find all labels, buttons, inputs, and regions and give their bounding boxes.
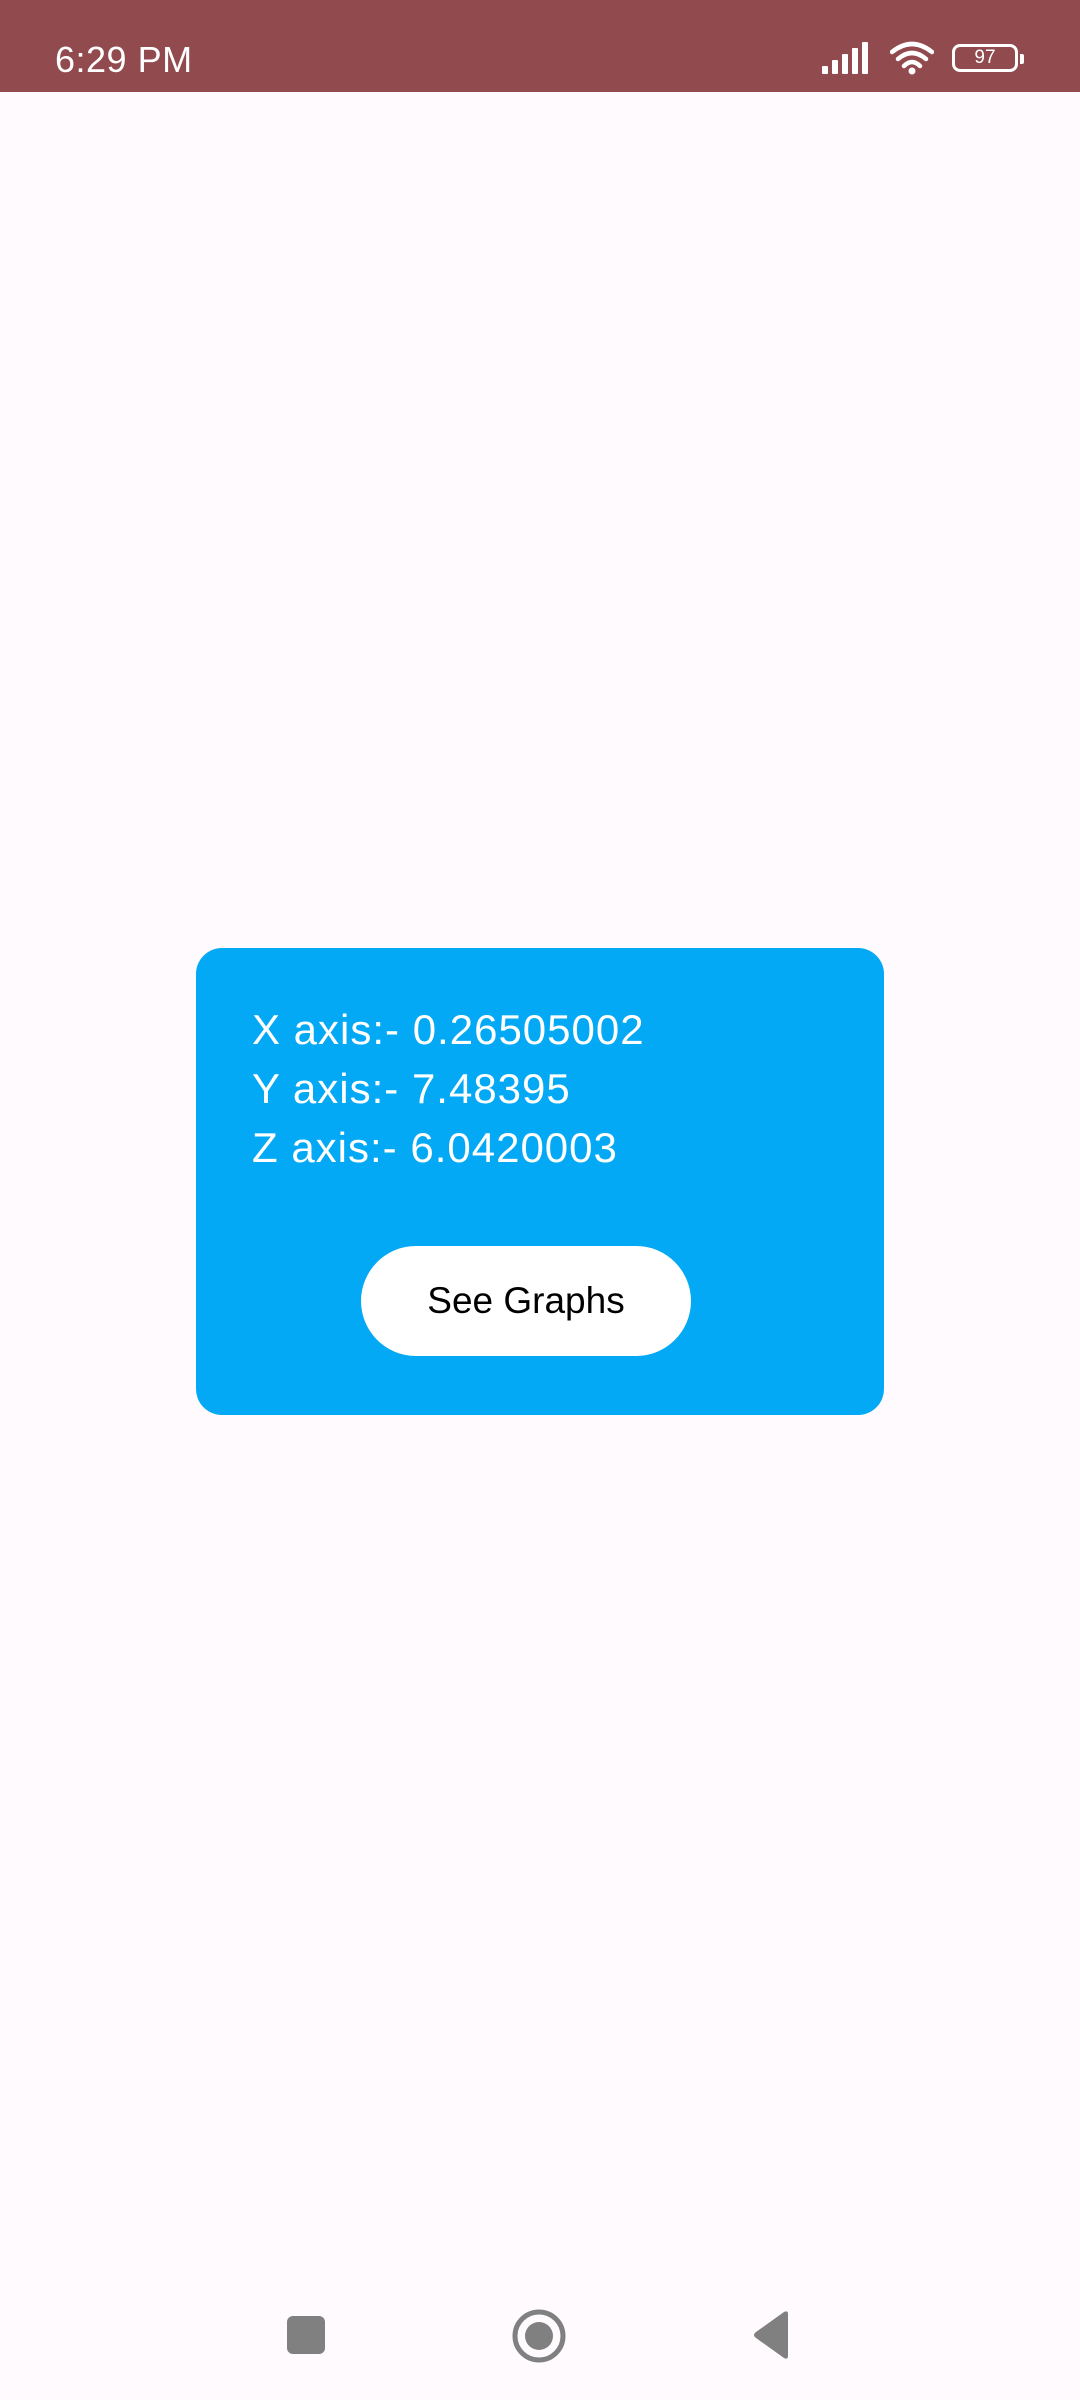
z-axis-reading: Z axis:- 6.0420003 bbox=[252, 1124, 618, 1171]
battery-icon: 97 bbox=[952, 44, 1024, 72]
back-icon[interactable] bbox=[750, 2310, 792, 2360]
battery-level: 97 bbox=[974, 47, 996, 68]
status-time: 6:29 PM bbox=[55, 39, 193, 80]
status-bar: 6:29 PM 97 bbox=[0, 0, 1080, 92]
status-icons: 97 bbox=[822, 38, 1024, 78]
wifi-icon bbox=[890, 41, 934, 75]
battery-cap bbox=[1020, 54, 1024, 64]
sensor-readings-card: X axis:- 0.26505002 Y axis:- 7.48395 Z a… bbox=[196, 948, 884, 1415]
y-axis-reading: Y axis:- 7.48395 bbox=[252, 1065, 571, 1112]
signal-icon bbox=[822, 42, 868, 74]
see-graphs-button[interactable]: See Graphs bbox=[361, 1246, 691, 1356]
recents-icon[interactable] bbox=[287, 2316, 325, 2354]
home-icon[interactable] bbox=[511, 2308, 567, 2364]
x-axis-reading: X axis:- 0.26505002 bbox=[252, 1006, 645, 1053]
navigation-bar bbox=[0, 2280, 1080, 2400]
